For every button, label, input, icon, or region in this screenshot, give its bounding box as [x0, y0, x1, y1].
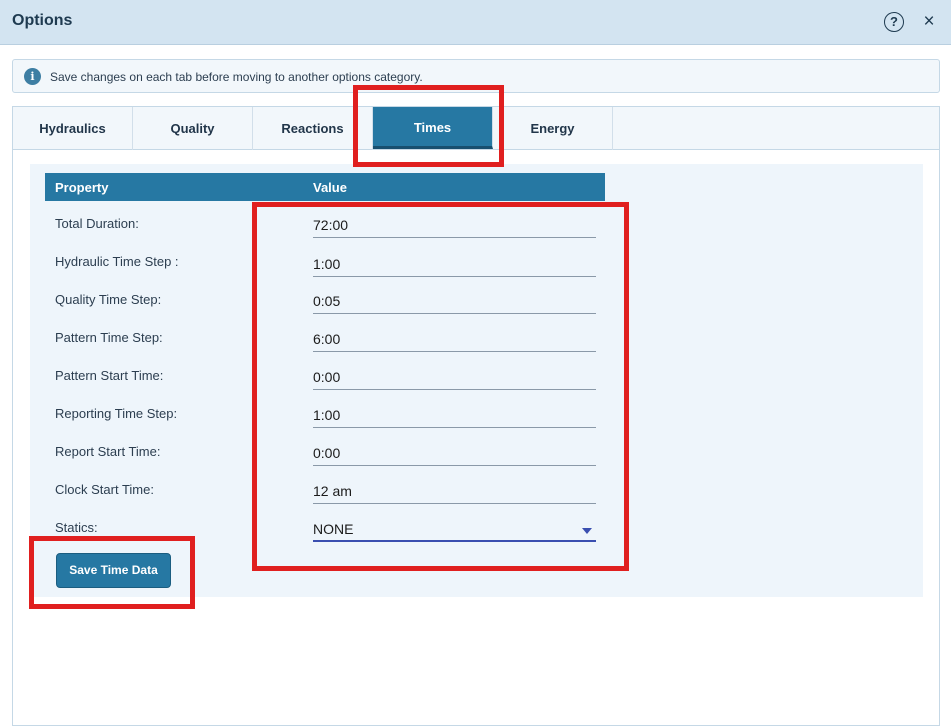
- window-title: Options: [12, 12, 73, 29]
- label-report-start-time: Report Start Time:: [55, 444, 161, 459]
- label-reporting-time-step: Reporting Time Step:: [55, 406, 178, 421]
- label-hydraulic-time-step: Hydraulic Time Step :: [55, 254, 179, 269]
- tab-energy[interactable]: Energy: [493, 107, 613, 150]
- tab-quality[interactable]: Quality: [133, 107, 253, 150]
- label-pattern-time-step: Pattern Time Step:: [55, 330, 163, 345]
- highlight-times-tab: [353, 85, 504, 167]
- title-bar: Options ? ×: [0, 0, 951, 45]
- label-total-duration: Total Duration:: [55, 216, 139, 231]
- label-statics: Statics:: [55, 520, 98, 535]
- table-header: Property Value: [45, 173, 605, 201]
- highlight-values-column: [252, 202, 629, 571]
- label-quality-time-step: Quality Time Step:: [55, 292, 162, 307]
- label-clock-start-time: Clock Start Time:: [55, 482, 154, 497]
- tab-hydraulics[interactable]: Hydraulics: [13, 107, 133, 150]
- label-pattern-start-time: Pattern Start Time:: [55, 368, 164, 383]
- close-icon[interactable]: ×: [921, 12, 937, 32]
- help-icon[interactable]: ?: [884, 12, 904, 32]
- info-message: Save changes on each tab before moving t…: [50, 70, 423, 84]
- highlight-save-button: [29, 536, 195, 609]
- header-value: Value: [313, 180, 347, 195]
- info-icon: i: [24, 68, 41, 85]
- header-property: Property: [55, 180, 109, 195]
